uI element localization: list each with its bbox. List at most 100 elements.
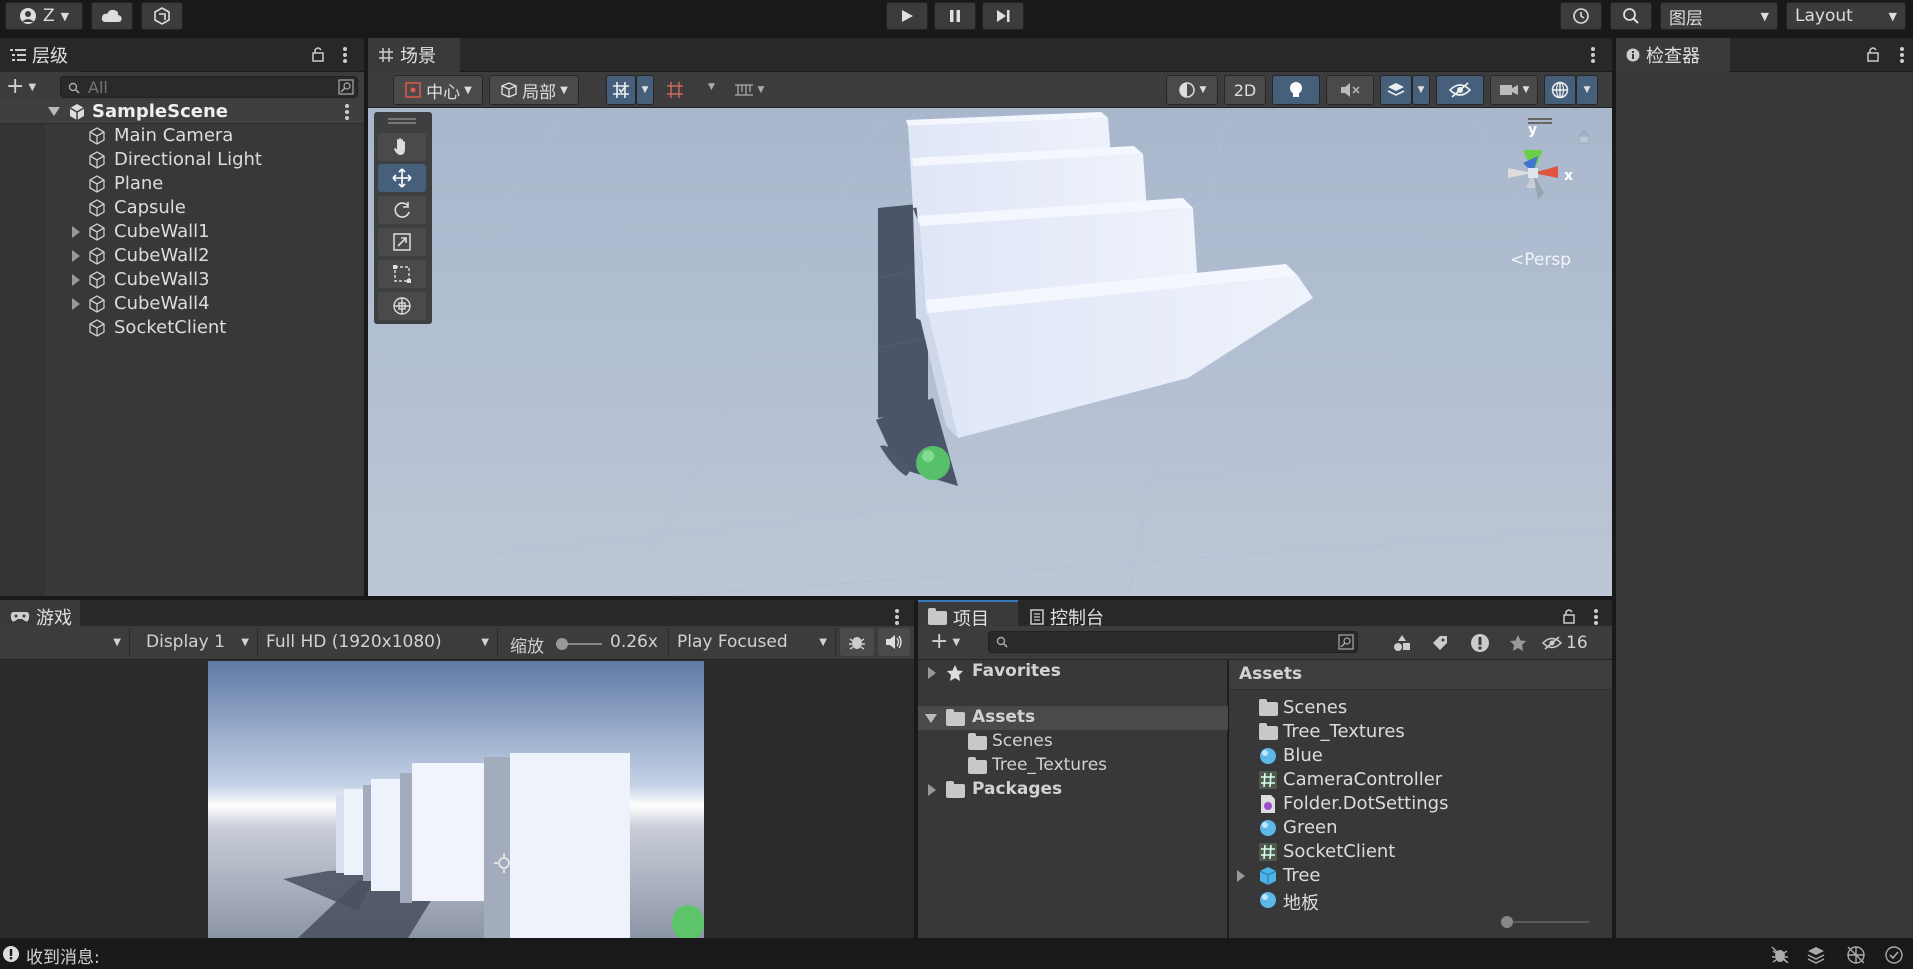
ruler-dropdown[interactable]: ▼: [724, 75, 774, 105]
expand-arrow-icon[interactable]: [48, 107, 60, 116]
search-filter-icon[interactable]: [338, 79, 354, 95]
projection-toggle[interactable]: <Persp: [1510, 250, 1571, 270]
audio-toggle[interactable]: [1326, 75, 1374, 105]
hierarchy-item[interactable]: CubeWall1: [0, 220, 364, 244]
shading-mode-dropdown[interactable]: ▼: [1166, 75, 1218, 105]
expand-arrow-icon[interactable]: [72, 226, 80, 238]
mute-audio-toggle[interactable]: [878, 628, 910, 656]
expand-arrow-icon[interactable]: [72, 298, 80, 310]
game-view-mode-dropdown[interactable]: ▼: [0, 628, 130, 656]
lock-icon[interactable]: [311, 46, 325, 62]
hierarchy-search-input[interactable]: [88, 78, 318, 96]
asset-item[interactable]: Tree_Textures: [1229, 720, 1612, 744]
tree-assets-tree-textures[interactable]: Tree_Textures: [918, 754, 1228, 778]
more-options-icon[interactable]: [895, 609, 899, 625]
account-dropdown[interactable]: Z ▼: [5, 2, 83, 30]
hierarchy-item[interactable]: Plane: [0, 172, 364, 196]
scene-row[interactable]: SampleScene: [0, 100, 364, 124]
resolution-dropdown[interactable]: Full HD (1920x1080) ▼: [258, 628, 498, 656]
scale-slider[interactable]: [556, 638, 602, 650]
layers-dropdown[interactable]: 图层 ▼: [1660, 2, 1778, 30]
stats-toggle[interactable]: [840, 628, 874, 656]
more-options-icon[interactable]: [1900, 47, 1904, 63]
search-button[interactable]: [1610, 2, 1652, 30]
lighting-toggle[interactable]: [1272, 75, 1320, 105]
effects-dropdown[interactable]: ▼: [1412, 75, 1430, 105]
layout-dropdown[interactable]: Layout ▼: [1786, 2, 1906, 30]
tab-scene[interactable]: 场景: [368, 38, 460, 72]
status-message[interactable]: 收到消息:: [26, 943, 100, 968]
filter-log-button[interactable]: [1466, 630, 1494, 656]
expand-arrow-icon[interactable]: [925, 714, 937, 723]
more-options-icon[interactable]: [1594, 609, 1598, 625]
grid-snap-toggle[interactable]: [606, 75, 636, 105]
transform-tool-button[interactable]: [378, 292, 426, 320]
camera-settings-dropdown[interactable]: ▼: [1490, 75, 1538, 105]
play-mode-dropdown[interactable]: Play Focused ▼: [668, 628, 836, 656]
expand-arrow-icon[interactable]: [1237, 870, 1245, 882]
scale-slider-thumb[interactable]: [556, 638, 568, 650]
pause-button[interactable]: [934, 2, 976, 30]
hierarchy-search-field[interactable]: [60, 76, 358, 98]
assets-breadcrumb-label[interactable]: Assets: [1239, 664, 1302, 684]
increment-snap-toggle[interactable]: [660, 75, 690, 105]
hand-tool-button[interactable]: [378, 133, 426, 161]
asset-size-slider-thumb[interactable]: [1501, 916, 1513, 928]
hierarchy-item[interactable]: CubeWall2: [0, 244, 364, 268]
progress-check-icon[interactable]: [1884, 945, 1904, 965]
display-dropdown[interactable]: Display 1 ▼: [138, 628, 258, 656]
asset-item[interactable]: Blue: [1229, 744, 1612, 768]
tree-packages[interactable]: Packages: [918, 778, 1228, 802]
hierarchy-item[interactable]: SocketClient: [0, 316, 364, 340]
expand-arrow-icon[interactable]: [72, 250, 80, 262]
game-viewport[interactable]: [208, 661, 704, 938]
tree-assets[interactable]: Assets: [918, 706, 1228, 730]
mode-2d-toggle[interactable]: 2D: [1224, 75, 1266, 105]
tab-inspector[interactable]: 检查器: [1616, 38, 1730, 72]
scene-viewport[interactable]: y x <Persp: [368, 108, 1612, 596]
search-filter-icon[interactable]: [1338, 634, 1354, 650]
scale-tool-button[interactable]: [378, 228, 426, 256]
tree-assets-scenes[interactable]: Scenes: [918, 730, 1228, 754]
space-dropdown[interactable]: 局部 ▼: [489, 75, 579, 105]
move-tool-button[interactable]: [378, 164, 426, 192]
asset-item[interactable]: Green: [1229, 816, 1612, 840]
create-button[interactable]: + ▼: [6, 76, 46, 98]
more-options-icon[interactable]: [345, 104, 349, 120]
asset-item[interactable]: Tree: [1229, 864, 1612, 888]
gizmos-dropdown[interactable]: ▼: [1576, 75, 1598, 105]
project-create-button[interactable]: + ▼: [930, 631, 970, 653]
hierarchy-item[interactable]: CubeWall3: [0, 268, 364, 292]
pivot-dropdown[interactable]: 中心 ▼: [393, 75, 483, 105]
more-options-icon[interactable]: [1591, 47, 1595, 63]
hierarchy-item[interactable]: Main Camera: [0, 124, 364, 148]
debug-mode-icon[interactable]: [1770, 945, 1790, 965]
tab-hierarchy[interactable]: 层级: [0, 38, 80, 72]
more-options-icon[interactable]: [343, 47, 347, 63]
grid-snap-dropdown[interactable]: ▼: [636, 75, 654, 105]
filter-by-type-button[interactable]: [1388, 630, 1416, 656]
expand-arrow-icon[interactable]: [928, 667, 936, 679]
asset-item[interactable]: SocketClient: [1229, 840, 1612, 864]
asset-item[interactable]: 地板: [1229, 888, 1612, 914]
orientation-gizmo[interactable]: y x <Persp: [1478, 108, 1608, 278]
effects-toggle[interactable]: [1380, 75, 1412, 105]
hierarchy-item[interactable]: Capsule: [0, 196, 364, 220]
hidden-packages-toggle[interactable]: 16: [1542, 630, 1606, 656]
expand-arrow-icon[interactable]: [928, 784, 936, 796]
lock-icon[interactable]: [1866, 46, 1880, 62]
asset-size-slider[interactable]: [1501, 916, 1589, 928]
chevron-down-icon[interactable]: ▼: [708, 82, 715, 92]
gizmo-globe-off-icon[interactable]: [1846, 945, 1866, 965]
history-button[interactable]: [1560, 2, 1602, 30]
hierarchy-item[interactable]: CubeWall4: [0, 292, 364, 316]
hierarchy-item[interactable]: Directional Light: [0, 148, 364, 172]
expand-arrow-icon[interactable]: [72, 274, 80, 286]
asset-item[interactable]: Scenes: [1229, 696, 1612, 720]
scene-visibility-toggle[interactable]: [1436, 75, 1484, 105]
play-button[interactable]: [886, 2, 928, 30]
project-search-field[interactable]: [988, 631, 1358, 653]
gizmos-toggle[interactable]: [1544, 75, 1576, 105]
step-button[interactable]: [982, 2, 1024, 30]
filter-by-label-button[interactable]: [1426, 630, 1454, 656]
